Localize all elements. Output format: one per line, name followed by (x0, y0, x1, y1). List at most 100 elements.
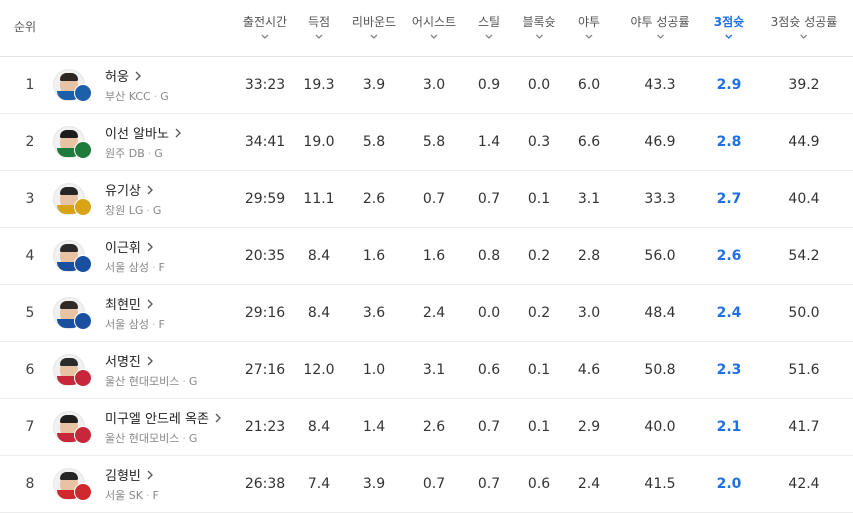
team-logo-icon (74, 255, 92, 273)
stat-blk: 0.1 (527, 191, 551, 207)
sort-header-blk[interactable]: 블록슛 (522, 0, 556, 56)
avatar (53, 126, 92, 159)
sort-header-fga[interactable]: 야투 (578, 0, 600, 56)
player-cell[interactable]: 김형빈서울 SK · F (53, 456, 159, 512)
player-cell[interactable]: 유기상 창원 LG · G (53, 171, 161, 227)
table-header: 순위 출전시간 득점 리바운드 어시스트 스틸 블록슛 야투 야투 성공률 3점슛 3점슛 성공률 (0, 0, 853, 57)
stat-tpp: 51.6 (788, 362, 820, 378)
team-logo-icon (74, 198, 92, 216)
stat-fgp: 43.3 (644, 77, 676, 93)
stat-blk: 0.2 (527, 305, 551, 321)
player-name-link[interactable]: 미구엘 안드레 옥존 (105, 408, 221, 427)
stat-min: 29:16 (244, 305, 286, 321)
stat-stl: 0.6 (477, 362, 501, 378)
header-label: 어시스트 (411, 15, 457, 29)
sort-header-pts[interactable]: 득점 (308, 0, 330, 56)
player-team: 울산 현대모비스 (105, 375, 180, 388)
stat-pts: 19.0 (303, 134, 335, 150)
player-cell[interactable]: 이선 알바노 원주 DB · G (53, 114, 181, 170)
stat-stl: 0.9 (477, 77, 501, 93)
meta-separator: · (182, 375, 186, 388)
stat-pts: 8.4 (307, 419, 331, 435)
player-name-link[interactable]: 허웅 (105, 66, 169, 85)
player-cell[interactable]: 최현민서울 삼성 · F (53, 285, 165, 341)
chevron-down-icon (800, 34, 808, 39)
chevron-down-icon (430, 34, 438, 39)
chevron-down-icon (725, 34, 733, 39)
player-name-link[interactable]: 서명진 (105, 351, 197, 370)
player-info: 서명진 울산 현대모비스 · G (105, 351, 197, 389)
rank-cell: 8 (25, 476, 35, 492)
stat-tpp: 41.7 (788, 419, 820, 435)
header-label: 출전시간 (242, 15, 288, 29)
stat-fga: 4.6 (577, 362, 601, 378)
sort-header-tpm[interactable]: 3점슛 (714, 0, 744, 56)
stat-stl: 0.0 (477, 305, 501, 321)
rank-cell: 3 (25, 191, 35, 207)
rank-cell: 7 (25, 419, 35, 435)
stat-ast: 0.7 (422, 191, 446, 207)
sort-header-stl[interactable]: 스틸 (478, 0, 500, 56)
meta-separator: · (147, 147, 152, 160)
chevron-down-icon (656, 34, 664, 39)
sort-header-min[interactable]: 출전시간 (243, 0, 287, 56)
player-cell[interactable]: 미구엘 안드레 옥존 울산 현대모비스 · G (53, 399, 221, 455)
player-name-link[interactable]: 최현민 (105, 294, 165, 313)
stat-min: 29:59 (244, 191, 286, 207)
sort-header-tpp[interactable]: 3점슛 성공률 (770, 0, 838, 56)
header-rank: 순위 (14, 0, 36, 56)
sort-header-fgp[interactable]: 야투 성공률 (630, 0, 690, 56)
player-position: F (158, 318, 165, 331)
stat-ast: 0.7 (422, 476, 446, 492)
stat-reb: 1.4 (362, 419, 386, 435)
player-cell[interactable]: 허웅 부산 KCC · G (53, 57, 169, 113)
table-row: 3 유기상 창원 LG · G 29:59 11.1 2.6 0.7 0.7 0.1 3.1 33.3 2… (0, 171, 853, 228)
header-label: 3점슛 (713, 15, 745, 29)
header-label: 3점슛 성공률 (770, 15, 838, 29)
stat-fga: 2.9 (577, 419, 601, 435)
rank-cell: 4 (25, 248, 35, 264)
chevron-right-icon (147, 242, 153, 251)
stat-reb: 5.8 (362, 134, 386, 150)
stat-tpm: 2.7 (716, 191, 742, 207)
sort-header-reb[interactable]: 리바운드 (352, 0, 396, 56)
table-row: 1 허웅 부산 KCC · G 33:23 19.3 3.9 3.0 0.9 0.0 6.0 43.3 2… (0, 57, 853, 114)
player-cell[interactable]: 이근휘 서울 삼성 · F (53, 228, 165, 284)
player-meta: 서울 SK · F (105, 487, 159, 503)
chevron-right-icon (135, 71, 141, 80)
stat-blk: 0.1 (527, 362, 551, 378)
chevron-right-icon (215, 413, 221, 422)
player-position: G (152, 204, 162, 217)
avatar (53, 183, 92, 216)
stat-pts: 8.4 (307, 305, 331, 321)
table-row: 5 최현민 서울 삼성 · F 29:16 8.4 3.6 2.4 0.0 0.2 3.0 48.4 2.… (0, 285, 853, 342)
player-cell[interactable]: 서명진 울산 현대모비스 · G (53, 342, 197, 398)
stat-tpp: 39.2 (788, 77, 820, 93)
chevron-down-icon (485, 34, 493, 39)
table-row: 2 이선 알바노 원주 DB · G 34:41 19.0 5.8 5.8 1.4 0.3 6.6 46… (0, 114, 853, 171)
stat-reb: 2.6 (362, 191, 386, 207)
stat-blk: 0.0 (527, 77, 551, 93)
meta-separator: · (151, 261, 156, 274)
player-info: 허웅 부산 KCC · G (105, 66, 169, 104)
team-logo-icon (74, 141, 92, 159)
player-name-link[interactable]: 이근휘 (105, 237, 165, 256)
table-row: 8 김형빈 서울 SK · F 26:38 7.4 3.9 0.7 0.7 0.6 2.4 41.5 2.… (0, 456, 853, 513)
team-logo-icon (74, 312, 92, 330)
player-info: 미구엘 안드레 옥존 울산 현대모비스 · G (105, 408, 221, 446)
stat-min: 21:23 (244, 419, 286, 435)
player-name: 서명진 (105, 355, 141, 370)
avatar-hair (60, 358, 78, 366)
player-meta: 서울 삼성 · F (105, 316, 165, 332)
avatar (53, 411, 92, 444)
stat-stl: 0.7 (477, 419, 501, 435)
player-name-link[interactable]: 김형빈 (105, 465, 159, 484)
stat-min: 26:38 (244, 476, 286, 492)
header-label: 득점 (307, 15, 331, 29)
stat-fga: 3.0 (577, 305, 601, 321)
sort-header-ast[interactable]: 어시스트 (412, 0, 456, 56)
meta-separator: · (182, 432, 186, 445)
player-name-link[interactable]: 이선 알바노 (105, 123, 181, 142)
player-name-link[interactable]: 유기상 (105, 180, 161, 199)
player-team: 원주 DB (105, 147, 145, 160)
